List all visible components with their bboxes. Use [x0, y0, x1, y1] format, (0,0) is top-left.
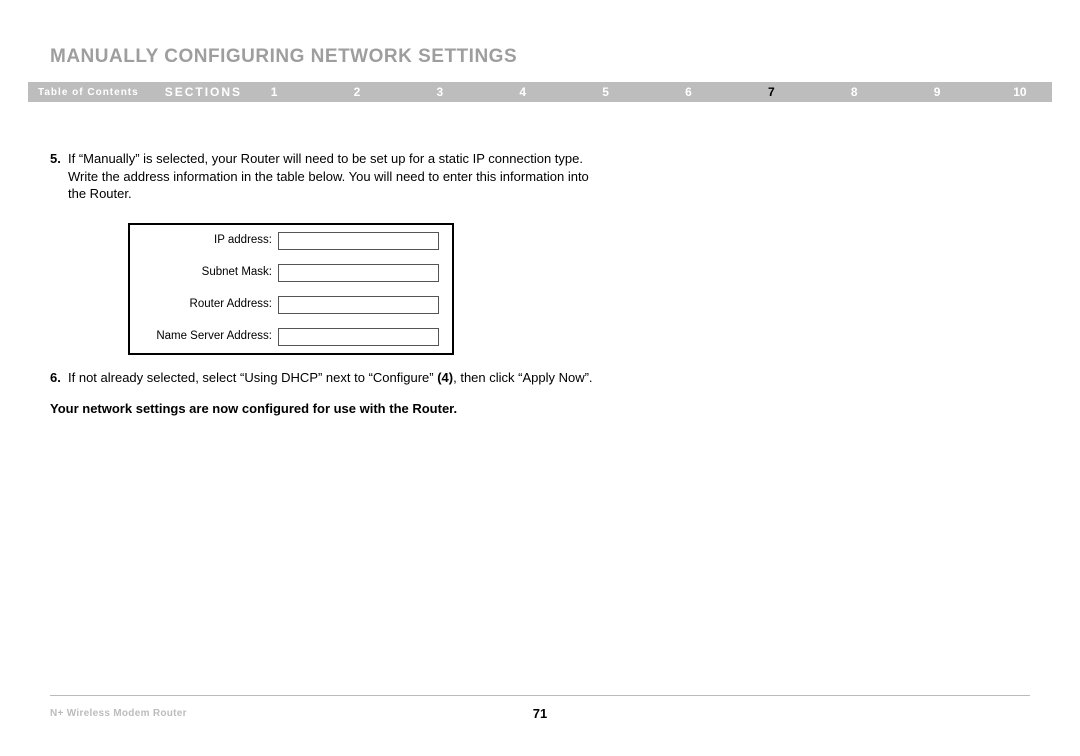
page-title: MANUALLY CONFIGURING NETWORK SETTINGS	[50, 46, 517, 68]
section-link-9[interactable]: 9	[929, 85, 945, 99]
row-router-address: Router Address:	[130, 289, 452, 321]
sections-label: SECTIONS	[155, 85, 266, 99]
sections-list: 1 2 3 4 5 6 7 8 9 10	[266, 85, 1052, 99]
label-router-address: Router Address:	[130, 297, 278, 313]
input-subnet-mask[interactable]	[278, 264, 439, 282]
section-link-10[interactable]: 10	[1012, 85, 1028, 99]
step-6-post: , then click “Apply Now”.	[453, 370, 592, 385]
label-name-server: Name Server Address:	[130, 329, 278, 345]
row-subnet-mask: Subnet Mask:	[130, 257, 452, 289]
input-ip-address[interactable]	[278, 232, 439, 250]
toc-link[interactable]: Table of Contents	[28, 87, 155, 98]
row-ip-address: IP address:	[130, 225, 452, 257]
section-link-3[interactable]: 3	[432, 85, 448, 99]
page: MANUALLY CONFIGURING NETWORK SETTINGS Ta…	[0, 0, 1080, 756]
step-5: 5. If “Manually” is selected, your Route…	[50, 150, 610, 203]
section-link-8[interactable]: 8	[846, 85, 862, 99]
section-link-1[interactable]: 1	[266, 85, 282, 99]
section-navbar: Table of Contents SECTIONS 1 2 3 4 5 6 7…	[28, 82, 1052, 102]
row-name-server: Name Server Address:	[130, 321, 452, 353]
section-link-5[interactable]: 5	[598, 85, 614, 99]
step-6: 6. If not already selected, select “Usin…	[50, 369, 610, 387]
step-5-number: 5.	[50, 150, 68, 203]
section-link-6[interactable]: 6	[680, 85, 696, 99]
footer-page-number: 71	[0, 706, 1080, 721]
content-area: 5. If “Manually” is selected, your Route…	[50, 150, 610, 418]
step-5-text: If “Manually” is selected, your Router w…	[68, 150, 610, 203]
section-link-2[interactable]: 2	[349, 85, 365, 99]
section-link-4[interactable]: 4	[515, 85, 531, 99]
conclusion-text: Your network settings are now configured…	[50, 400, 610, 418]
step-6-bold: (4)	[437, 370, 453, 385]
footer-divider	[50, 695, 1030, 696]
input-router-address[interactable]	[278, 296, 439, 314]
step-6-number: 6.	[50, 369, 68, 387]
step-6-text: If not already selected, select “Using D…	[68, 369, 610, 387]
label-ip-address: IP address:	[130, 233, 278, 249]
label-subnet-mask: Subnet Mask:	[130, 265, 278, 281]
address-form: IP address: Subnet Mask: Router Address:…	[128, 223, 454, 355]
step-6-pre: If not already selected, select “Using D…	[68, 370, 437, 385]
section-link-7[interactable]: 7	[763, 85, 779, 99]
input-name-server[interactable]	[278, 328, 439, 346]
